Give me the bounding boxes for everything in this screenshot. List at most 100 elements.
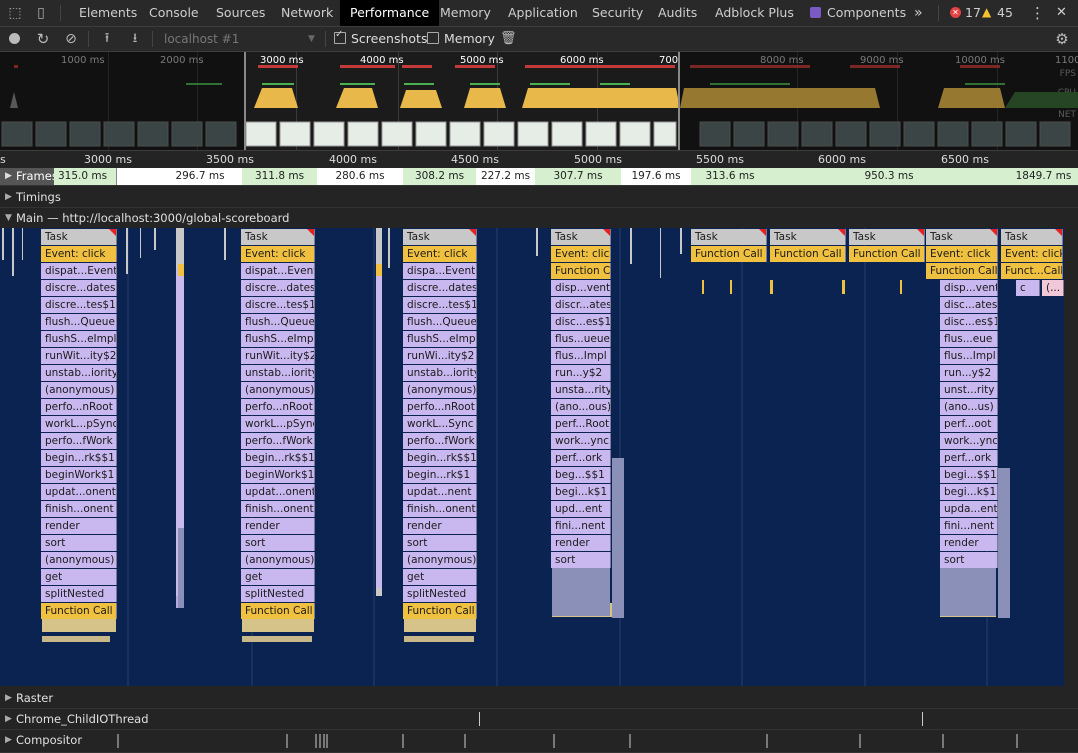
flame-entry[interactable]: discre...tes$1 bbox=[403, 297, 477, 313]
flame-entry[interactable]: updat...onent bbox=[241, 484, 315, 500]
flame-entry[interactable]: perfo...fWork bbox=[403, 433, 477, 449]
flame-entry[interactable]: unstab...iority bbox=[403, 365, 477, 381]
tab-network[interactable]: Network bbox=[272, 0, 342, 26]
flame-entry[interactable]: finish...onent bbox=[41, 501, 117, 517]
flame-entry[interactable]: (anonymous) bbox=[241, 552, 315, 568]
flame-entry[interactable]: Function Call bbox=[926, 263, 998, 279]
flame-entry[interactable]: perfo...nRoot bbox=[403, 399, 477, 415]
frame-bar[interactable]: 197.6 ms bbox=[621, 168, 692, 185]
flame-entry[interactable]: perf...ork bbox=[551, 450, 611, 466]
tab-application[interactable]: Application bbox=[499, 0, 587, 26]
flame-entry[interactable]: unstab...iority bbox=[241, 365, 315, 381]
flame-entry[interactable]: discre...tes$1 bbox=[241, 297, 315, 313]
timings-track[interactable]: ▶ Timings bbox=[0, 187, 1078, 208]
flame-entry[interactable]: (anonymous) bbox=[403, 382, 477, 398]
flame-entry[interactable]: beginWork$1 bbox=[41, 467, 117, 483]
expand-triangle-icon[interactable]: ▶ bbox=[5, 709, 12, 729]
flame-entry[interactable]: runWit...ity$2 bbox=[241, 348, 315, 364]
timeline-overview[interactable]: 1000 ms 2000 ms 3000 ms 4000 ms 5000 ms … bbox=[0, 52, 1078, 151]
flame-entry[interactable]: sort bbox=[241, 535, 315, 551]
flame-entry[interactable]: begi...k$1 bbox=[551, 484, 611, 500]
flame-entry[interactable]: discr...ates bbox=[551, 297, 611, 313]
frame-bar[interactable]: 313.6 ms bbox=[691, 168, 770, 185]
tab-performance[interactable]: Performance bbox=[340, 0, 440, 26]
frame-bar[interactable]: 1849.7 ms bbox=[1009, 168, 1078, 185]
flame-entry[interactable]: workL...Sync bbox=[403, 416, 477, 432]
flame-entry[interactable]: dispat...Event bbox=[241, 263, 315, 279]
frame-bar[interactable]: 280.6 ms bbox=[317, 168, 404, 185]
flame-entry[interactable]: unst...rity bbox=[940, 382, 998, 398]
tab-security[interactable]: Security bbox=[583, 0, 652, 26]
flame-entry[interactable]: flushS...eImpl bbox=[241, 331, 315, 347]
flame-entry[interactable]: perf...ork bbox=[940, 450, 998, 466]
flame-entry[interactable]: get bbox=[403, 569, 477, 585]
flame-entry[interactable]: (anonymous) bbox=[241, 382, 315, 398]
flame-entry[interactable]: perfo...fWork bbox=[41, 433, 117, 449]
flame-entry[interactable]: begi...$$1 bbox=[940, 467, 998, 483]
flame-entry[interactable]: work...ync bbox=[940, 433, 998, 449]
flame-entry[interactable]: Event: click bbox=[41, 246, 117, 262]
flame-entry[interactable]: runWit...ity$2 bbox=[41, 348, 117, 364]
save-profile-icon[interactable]: ⭳ bbox=[126, 29, 144, 49]
flame-entry[interactable]: discre...dates bbox=[241, 280, 315, 296]
flame-entry[interactable]: discre...dates bbox=[403, 280, 477, 296]
flame-entry[interactable]: begin...rk$$1 bbox=[241, 450, 315, 466]
flame-entry[interactable]: begin...rk$1 bbox=[403, 467, 477, 483]
flame-entry[interactable]: disc...ates bbox=[940, 297, 998, 313]
flame-entry[interactable]: discre...tes$1 bbox=[41, 297, 117, 313]
flame-entry[interactable]: Task bbox=[551, 229, 611, 245]
tab-audits[interactable]: Audits bbox=[649, 0, 706, 26]
flame-entry[interactable]: Task bbox=[403, 229, 477, 245]
flame-entry[interactable]: Task bbox=[926, 229, 998, 245]
flame-entry[interactable]: disp...vent bbox=[940, 280, 998, 296]
flame-entry[interactable]: upd...ent bbox=[551, 501, 611, 517]
flame-entry[interactable]: updat...nent bbox=[403, 484, 477, 500]
error-count[interactable]: 17 bbox=[965, 0, 981, 26]
flame-entry[interactable]: splitNested bbox=[41, 586, 117, 602]
flame-entry[interactable]: Event: click bbox=[926, 246, 998, 262]
clear-icon[interactable]: ⊘ bbox=[62, 29, 80, 49]
flame-entry[interactable]: dispat...Event bbox=[41, 263, 117, 279]
flame-entry[interactable]: Event: click bbox=[403, 246, 477, 262]
frame-bar[interactable] bbox=[117, 168, 159, 185]
flame-entry[interactable]: flushS...eImpl bbox=[41, 331, 117, 347]
flame-entry[interactable]: Function Call bbox=[551, 263, 611, 279]
raster-track[interactable]: ▶ Raster bbox=[0, 688, 1078, 709]
record-icon[interactable] bbox=[9, 33, 20, 44]
flame-entry[interactable]: discre...dates bbox=[41, 280, 117, 296]
flame-entry[interactable]: flush...Queue bbox=[403, 314, 477, 330]
flame-entry[interactable]: run...y$2 bbox=[551, 365, 611, 381]
flame-entry[interactable]: flush...Queue bbox=[41, 314, 117, 330]
frame-bar[interactable]: 296.7 ms bbox=[158, 168, 243, 185]
close-devtools-button[interactable]: ✕ bbox=[1056, 0, 1067, 26]
flame-entry[interactable]: get bbox=[41, 569, 117, 585]
flame-entry[interactable]: disc...es$1 bbox=[940, 314, 998, 330]
flame-entry[interactable]: begi...k$1 bbox=[940, 484, 998, 500]
flame-entry[interactable]: flus...eue bbox=[940, 331, 998, 347]
flame-entry[interactable]: Function Call bbox=[241, 603, 315, 619]
flame-entry[interactable]: beg...$$1 bbox=[551, 467, 611, 483]
flame-entry[interactable]: updat...onent bbox=[41, 484, 117, 500]
devtools-menu-button[interactable]: ⋮ bbox=[1030, 0, 1045, 26]
main-flame-chart[interactable]: Task Event: click dispat...Event discre...d… bbox=[0, 228, 1064, 686]
flame-entry[interactable]: work...ync bbox=[551, 433, 611, 449]
tab-components[interactable]: Components bbox=[818, 0, 915, 26]
tab-memory[interactable]: Memory bbox=[431, 0, 500, 26]
frame-bar[interactable]: 227.2 ms bbox=[476, 168, 536, 185]
frame-bar[interactable]: 315.0 ms bbox=[54, 168, 117, 185]
flame-entry[interactable]: Function Call bbox=[691, 246, 767, 262]
flame-entry[interactable]: (ano...us) bbox=[940, 399, 998, 415]
flame-entry[interactable]: Task bbox=[691, 229, 767, 245]
screenshots-checkbox[interactable]: ✓ bbox=[334, 29, 346, 44]
flame-entry[interactable]: Task bbox=[1001, 229, 1063, 245]
child-io-thread-track[interactable]: ▶ Chrome_ChildIOThread bbox=[0, 709, 1078, 730]
expand-triangle-icon[interactable]: ▶ bbox=[5, 168, 12, 185]
expand-triangle-icon[interactable]: ▶ bbox=[5, 688, 12, 708]
flame-entry[interactable]: disp...vent bbox=[551, 280, 611, 296]
flame-entry[interactable]: run...y$2 bbox=[940, 365, 998, 381]
flame-entry[interactable]: render bbox=[940, 535, 998, 551]
flame-entry[interactable]: flus...ueue bbox=[551, 331, 611, 347]
flame-entry[interactable]: (anonymous) bbox=[41, 382, 117, 398]
flame-entry[interactable]: workL...pSync bbox=[241, 416, 315, 432]
flame-entry[interactable]: perfo...nRoot bbox=[41, 399, 117, 415]
